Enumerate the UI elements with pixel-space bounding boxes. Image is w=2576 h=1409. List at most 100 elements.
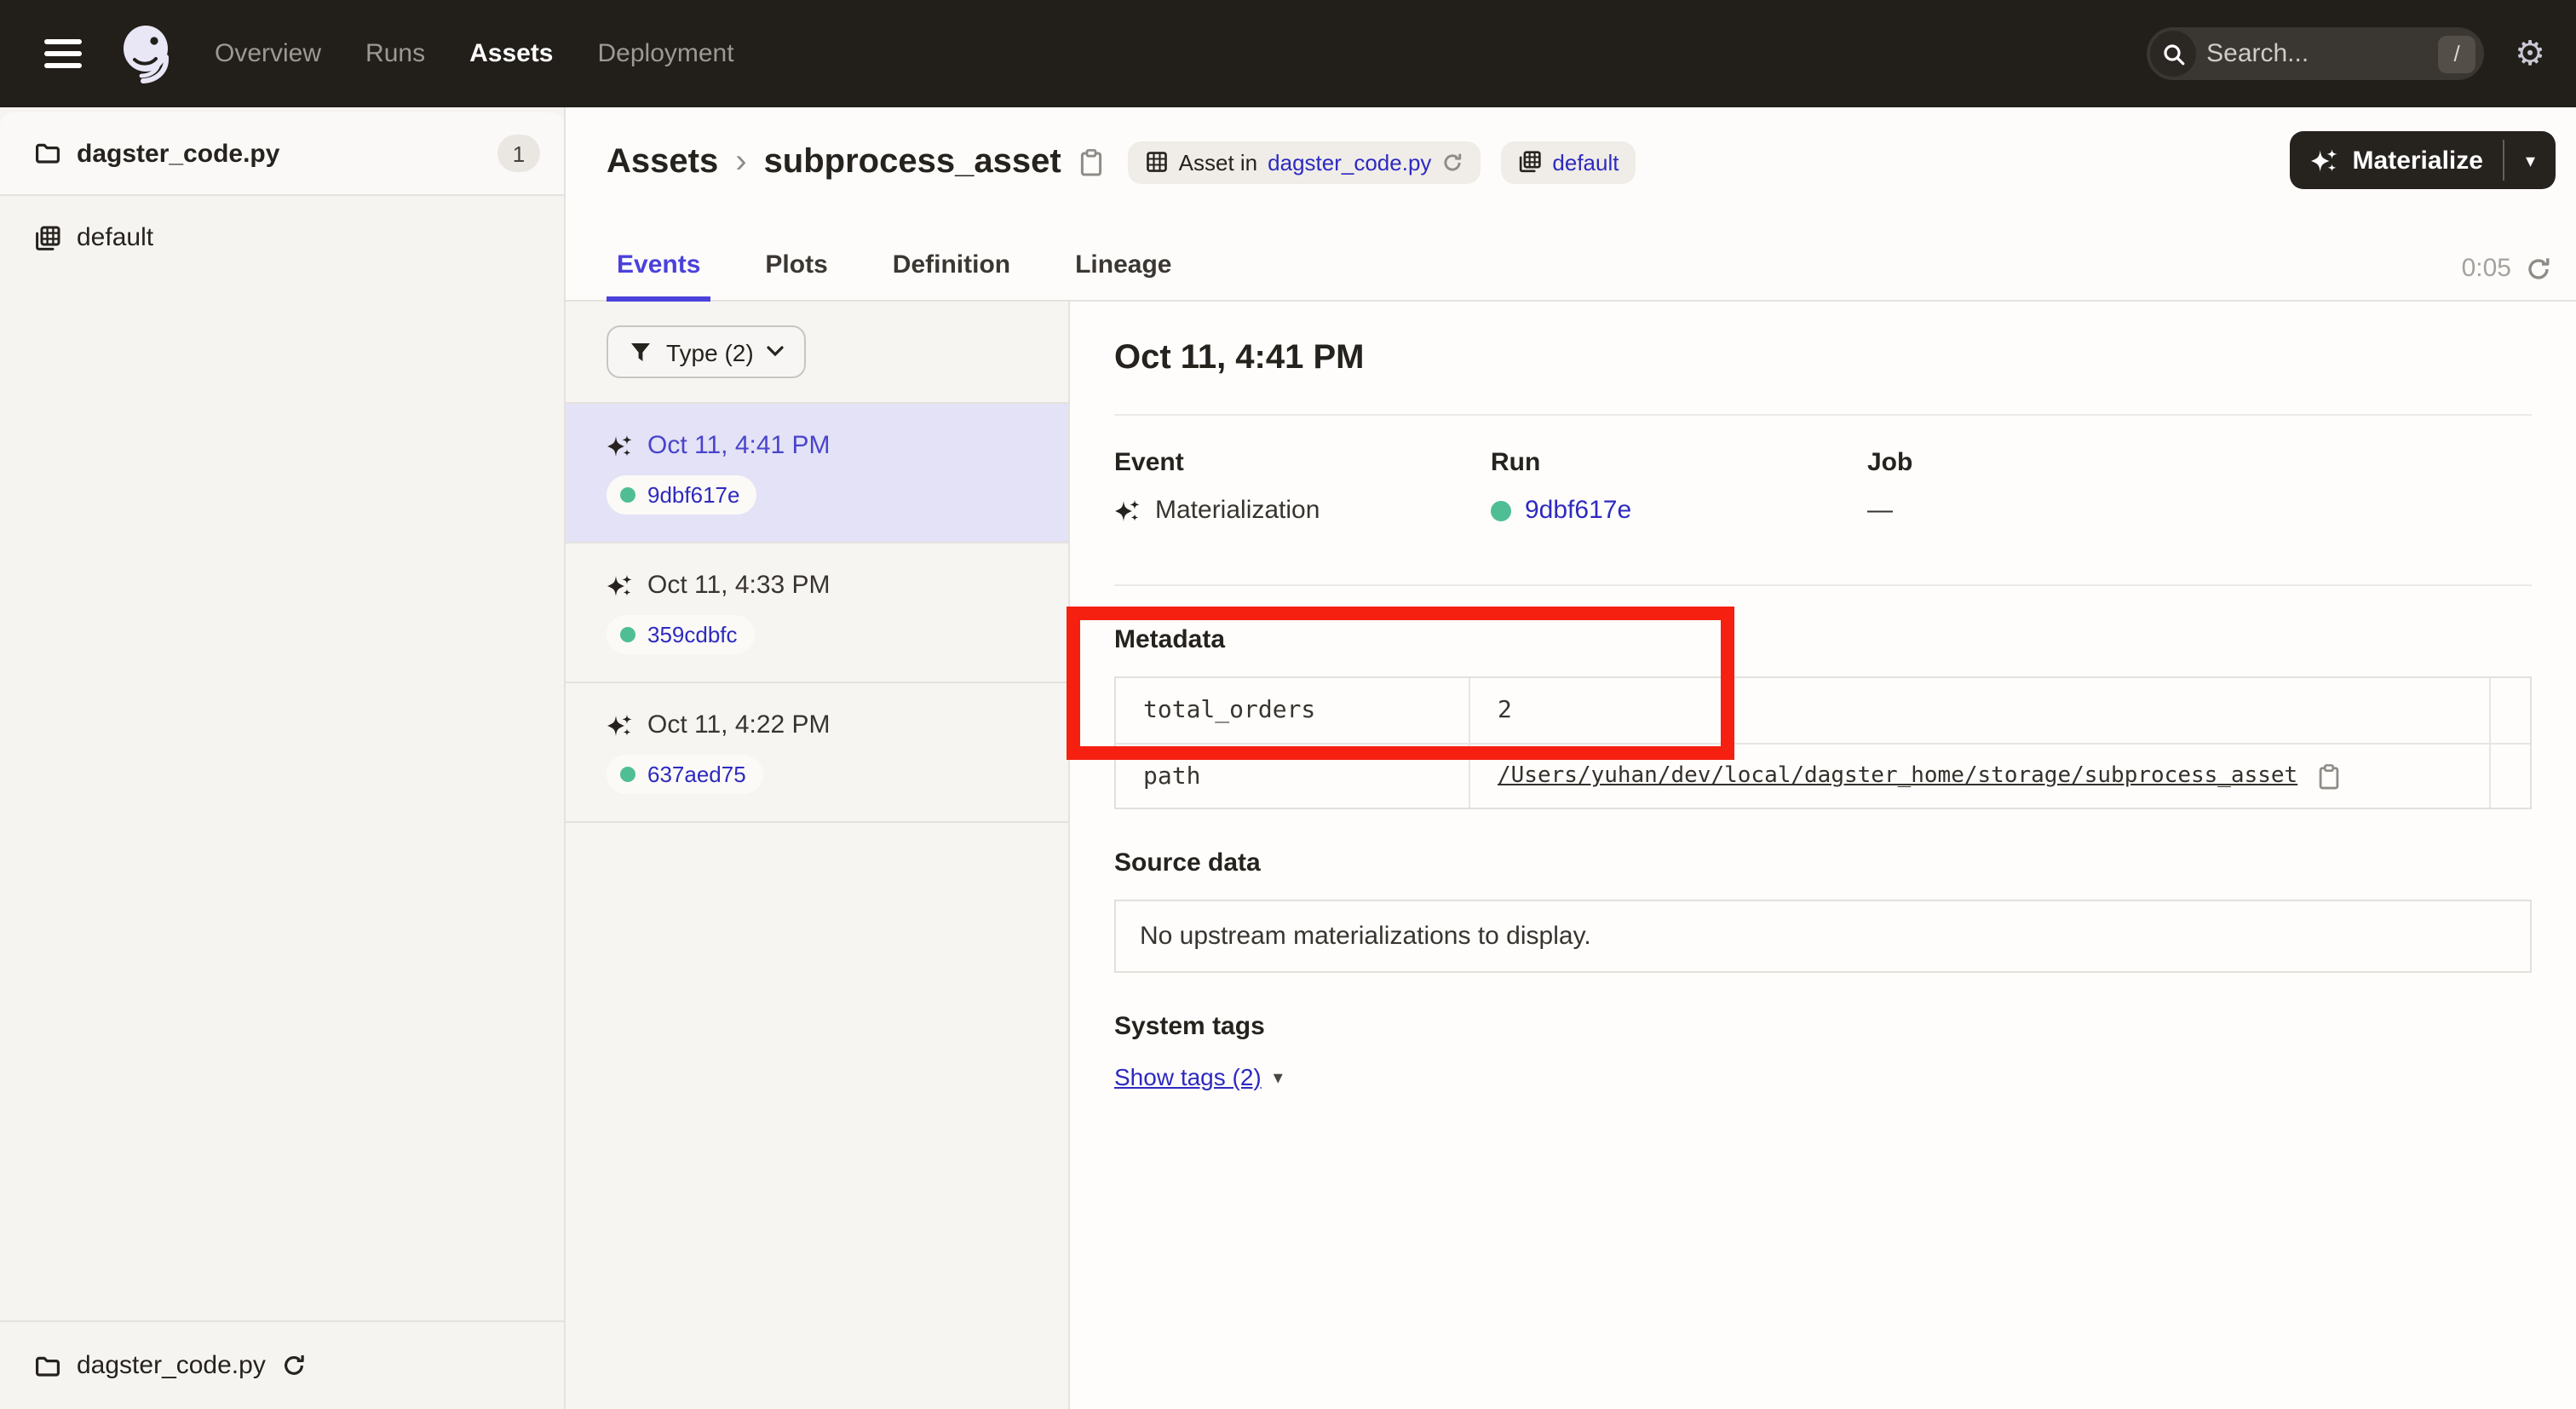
metadata-value: 2 [1498, 697, 1512, 724]
tab-definition[interactable]: Definition [883, 249, 1021, 302]
refresh-countdown: 0:05 [2462, 254, 2511, 283]
sidebar-item-code-location[interactable]: dagster_code.py 1 [0, 112, 564, 196]
refresh-location-button[interactable] [1441, 151, 1463, 173]
event-info-grid: Event Materialization R [1114, 448, 2532, 525]
refresh-button[interactable] [2525, 255, 2552, 282]
metadata-path-link[interactable]: /Users/yuhan/dev/local/dagster_home/stor… [1498, 763, 2297, 789]
run-id-link: 359cdbfc [647, 622, 738, 647]
tab-plots[interactable]: Plots [755, 249, 837, 302]
search-icon [2150, 31, 2196, 77]
run-column: Run 9dbf617e [1491, 448, 1867, 525]
code-location-link[interactable]: dagster_code.py [1268, 149, 1431, 175]
nav-overview[interactable]: Overview [215, 39, 321, 68]
copy-asset-name-button[interactable] [1075, 144, 1107, 180]
tab-events[interactable]: Events [607, 249, 710, 302]
settings-button[interactable]: ⚙ [2511, 33, 2549, 74]
sidebar: dagster_code.py 1 default dagster_code.p… [0, 107, 566, 1409]
main-panel: Assets › subprocess_asset [566, 107, 2576, 1409]
breadcrumb: Assets › subprocess_asset [566, 107, 2576, 189]
asset-count-badge: 1 [497, 135, 540, 172]
metadata-table: total_orders 2 path /Users/yuhan/dev/loc… [1114, 676, 2532, 809]
metadata-row-gutter [2489, 678, 2530, 743]
run-status-dot [620, 487, 635, 503]
materialize-button[interactable]: Materialize [2290, 131, 2504, 189]
caret-down-icon: ▾ [1274, 1066, 1283, 1088]
events-content: Type (2) [566, 302, 2576, 1409]
materialize-label: Materialize [2353, 146, 2483, 175]
event-row[interactable]: Oct 11, 4:22 PM 637aed75 [566, 683, 1068, 823]
run-id-pill[interactable]: 9dbf617e [607, 475, 756, 515]
event-timestamp: Oct 11, 4:41 PM [647, 431, 831, 460]
group-link[interactable]: default [1552, 149, 1619, 175]
chevron-down-icon [768, 346, 785, 358]
run-id-pill[interactable]: 359cdbfc [607, 615, 755, 654]
clipboard-icon [1078, 147, 1104, 176]
hamburger-icon [44, 39, 82, 44]
asset-tabs: Events Plots Definition Lineage [607, 249, 1182, 302]
filter-label: Type (2) [666, 338, 754, 365]
divider [1114, 584, 2532, 586]
nav-right: / ⚙ [2147, 27, 2549, 80]
job-empty-value: — [1867, 496, 1893, 525]
clipboard-icon [2316, 762, 2340, 790]
event-column: Event Materialization [1114, 448, 1491, 525]
sidebar-item-default-group[interactable]: default [0, 196, 564, 269]
run-status-dot [620, 767, 635, 782]
event-list-panel: Type (2) [566, 302, 1070, 1409]
sidebar-item-label: dagster_code.py [77, 139, 279, 168]
run-id-link: 637aed75 [647, 762, 746, 787]
event-type-value: Materialization [1155, 496, 1320, 525]
refresh-icon [2525, 255, 2552, 282]
run-id-link: 9dbf617e [647, 482, 739, 508]
refresh-icon [281, 1353, 307, 1378]
nav-deployment[interactable]: Deployment [598, 39, 734, 68]
sidebar-spacer [0, 269, 564, 1320]
source-data-heading: Source data [1114, 848, 2532, 877]
event-row[interactable]: Oct 11, 4:33 PM 359cdbfc [566, 543, 1068, 683]
run-id-link[interactable]: 9dbf617e [1525, 496, 1631, 525]
nav-assets[interactable]: Assets [469, 39, 553, 68]
materialization-sparkle-icon [607, 432, 634, 459]
asset-group-tag: default [1501, 141, 1636, 183]
materialize-dropdown-button[interactable]: ▾ [2505, 131, 2556, 189]
sidebar-footer-label: dagster_code.py [77, 1351, 266, 1380]
metadata-key: total_orders [1116, 678, 1470, 743]
materialization-sparkle-icon [1114, 497, 1141, 524]
metadata-row: path /Users/yuhan/dev/local/dagster_home… [1116, 743, 2530, 808]
type-filter-button[interactable]: Type (2) [607, 325, 807, 378]
event-column-label: Event [1114, 448, 1491, 477]
search-box[interactable]: / [2147, 27, 2484, 80]
breadcrumb-assets-link[interactable]: Assets [607, 142, 718, 181]
dagster-logo-icon [112, 20, 181, 88]
breadcrumb-separator: › [735, 142, 746, 181]
asset-name-title: subprocess_asset [764, 142, 1061, 181]
run-status-dot [620, 627, 635, 642]
event-row[interactable]: Oct 11, 4:41 PM 9dbf617e [566, 404, 1068, 543]
app-root: Overview Runs Assets Deployment / ⚙ [0, 0, 2576, 1409]
job-column-label: Job [1867, 448, 2244, 477]
hamburger-menu-button[interactable] [34, 25, 92, 83]
caret-down-icon: ▾ [2526, 151, 2535, 171]
primary-nav: Overview Runs Assets Deployment [215, 39, 734, 68]
source-data-empty-message: No upstream materializations to display. [1140, 922, 1591, 951]
dagster-logo[interactable] [112, 20, 181, 88]
show-tags-toggle[interactable]: Show tags (2) ▾ [1114, 1063, 1283, 1090]
asset-group-icon [34, 224, 61, 251]
sidebar-footer-code-location[interactable]: dagster_code.py [0, 1320, 564, 1409]
nav-runs[interactable]: Runs [365, 39, 425, 68]
event-detail-panel: Oct 11, 4:41 PM Event Materi [1070, 302, 2576, 1409]
search-input[interactable] [2196, 39, 2438, 68]
copy-path-button[interactable] [2313, 759, 2343, 793]
system-tags-heading: System tags [1114, 1012, 2532, 1041]
filter-bar: Type (2) [566, 302, 1068, 404]
folder-icon [34, 140, 61, 167]
top-nav: Overview Runs Assets Deployment / ⚙ [0, 0, 2576, 107]
metadata-key: path [1116, 745, 1470, 808]
run-id-pill[interactable]: 637aed75 [607, 755, 763, 794]
materialization-sparkle-icon [607, 572, 634, 599]
tab-lineage[interactable]: Lineage [1065, 249, 1182, 302]
source-data-empty-box: No upstream materializations to display. [1114, 900, 2532, 973]
reload-code-location-button[interactable] [281, 1353, 307, 1378]
refresh-timer: 0:05 [2462, 254, 2552, 283]
run-column-label: Run [1491, 448, 1867, 477]
